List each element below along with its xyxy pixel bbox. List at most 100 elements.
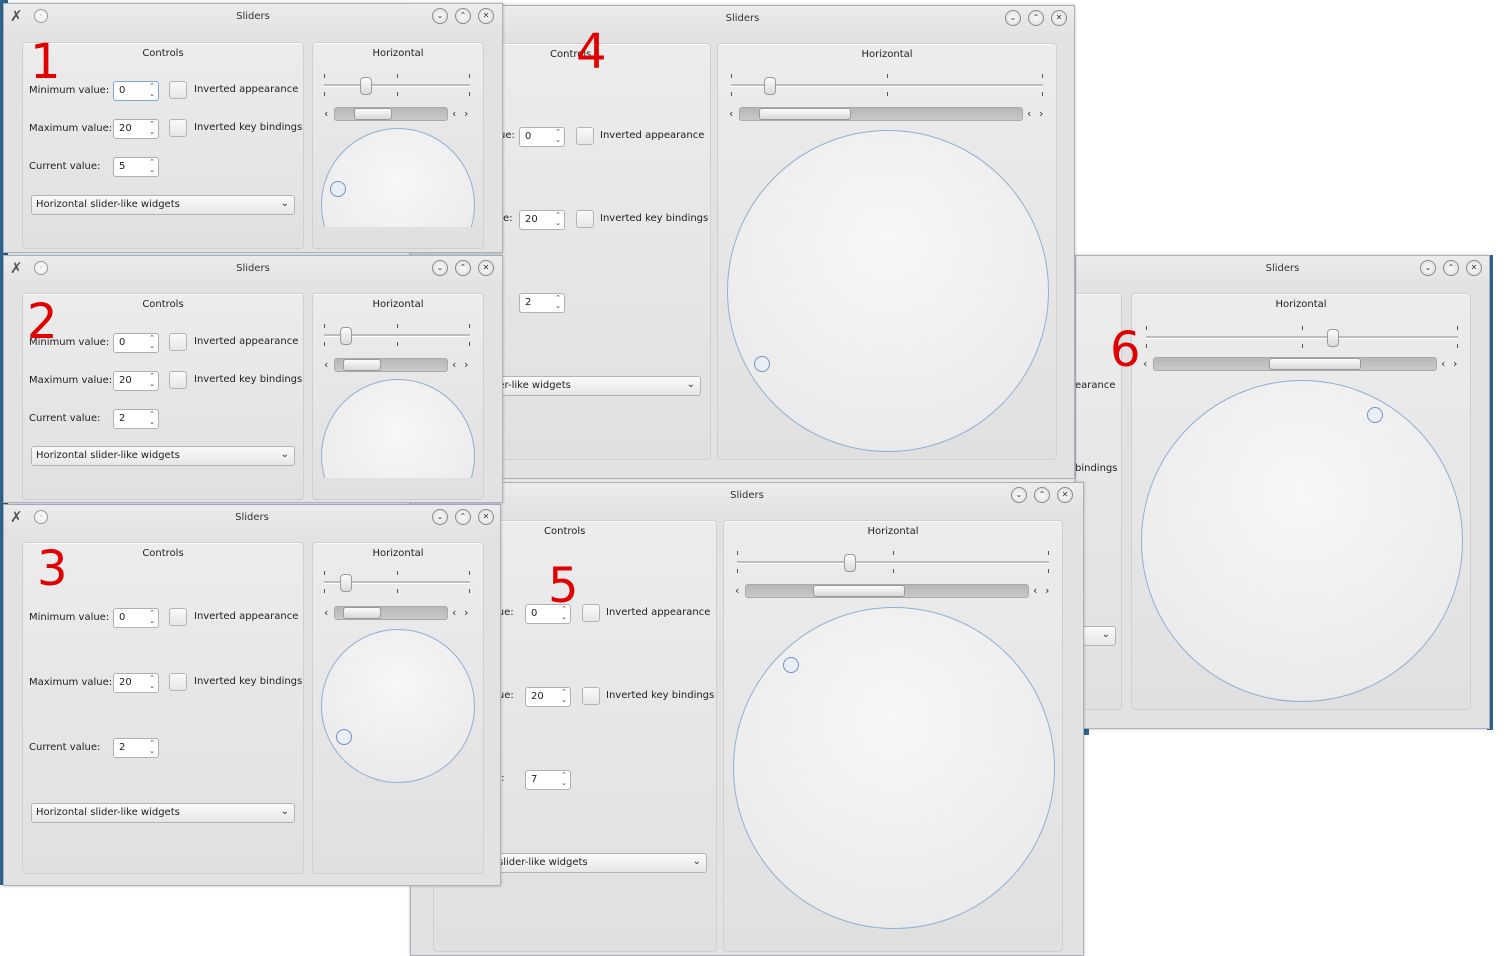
dial[interactable] xyxy=(1141,380,1463,702)
minimum-value-spinbox[interactable]: 0 ⌃ ⌄ xyxy=(113,333,159,353)
horizontal-scrollbar[interactable]: ‹ ‹ › xyxy=(322,605,474,621)
minimize-icon[interactable]: ⌄ xyxy=(432,260,448,276)
close-icon[interactable]: ✕ xyxy=(478,8,494,24)
current-value-spinbox[interactable]: 5 ⌃ ⌄ xyxy=(113,157,159,177)
current-value-spinbox[interactable]: 2 ⌃ ⌄ xyxy=(113,738,159,758)
spin-arrows-icon[interactable]: ⌃ ⌄ xyxy=(149,334,155,350)
horizontal-slider[interactable] xyxy=(731,74,1043,96)
scrollbar-track[interactable] xyxy=(334,107,448,121)
spin-arrows-icon[interactable]: ⌃ ⌄ xyxy=(149,410,155,426)
close-icon[interactable]: ✕ xyxy=(478,509,494,525)
scrollbar-thumb[interactable] xyxy=(1269,358,1361,370)
dial[interactable] xyxy=(733,607,1055,929)
spin-arrows-icon[interactable]: ⌃ ⌄ xyxy=(149,674,155,690)
spin-arrows-icon[interactable]: ⌃ ⌄ xyxy=(149,120,155,136)
slider-handle[interactable] xyxy=(764,77,776,95)
scrollbar-thumb[interactable] xyxy=(343,359,381,371)
scrollbar-track[interactable] xyxy=(739,107,1023,121)
inverted-key-bindings-checkbox[interactable] xyxy=(169,673,187,691)
widget-type-combo[interactable]: der-like widgets ⌄ xyxy=(471,376,701,396)
maximum-value-spinbox[interactable]: 20 ⌃ ⌄ xyxy=(519,210,565,230)
maximize-icon[interactable]: ⌃ xyxy=(1028,10,1044,26)
close-icon[interactable]: ✕ xyxy=(1057,487,1073,503)
dial-knob[interactable] xyxy=(782,656,799,673)
maximize-icon[interactable]: ⌃ xyxy=(455,260,471,276)
scroll-left-icon[interactable]: ‹ xyxy=(1033,583,1037,599)
inverted-key-bindings-checkbox[interactable] xyxy=(576,210,594,228)
inverted-appearance-checkbox[interactable] xyxy=(169,608,187,626)
horizontal-scrollbar[interactable]: ‹ ‹ › xyxy=(727,106,1049,122)
current-value-spinbox[interactable]: 7 ⌃ ⌄ xyxy=(525,770,571,790)
title-bar[interactable]: Sliders ⌄ ⌃ ✕ xyxy=(411,483,1083,509)
scrollbar-thumb[interactable] xyxy=(813,585,905,597)
minimum-value-spinbox[interactable]: 0 ⌃ ⌄ xyxy=(519,127,565,147)
slider-handle[interactable] xyxy=(340,574,352,592)
scrollbar-track[interactable] xyxy=(745,584,1029,598)
minimize-icon[interactable]: ⌄ xyxy=(1005,10,1021,26)
spin-arrows-icon[interactable]: ⌃ ⌄ xyxy=(561,688,567,704)
dial[interactable] xyxy=(321,379,475,478)
horizontal-scrollbar[interactable]: ‹ ‹ › xyxy=(322,106,474,122)
maximum-value-spinbox[interactable]: 20 ⌃ ⌄ xyxy=(113,673,159,693)
title-bar[interactable]: ✗ · Sliders ⌄ ⌃ ✕ xyxy=(4,4,502,30)
scroll-left-icon[interactable]: ‹ xyxy=(1143,356,1147,372)
minimize-icon[interactable]: ⌄ xyxy=(432,8,448,24)
inverted-appearance-checkbox[interactable] xyxy=(582,604,600,622)
maximum-value-spinbox[interactable]: 20 ⌃ ⌄ xyxy=(525,687,571,707)
widget-type-combo[interactable]: Horizontal slider-like widgets ⌄ xyxy=(31,446,295,466)
dial-knob[interactable] xyxy=(330,180,347,197)
scroll-right-icon[interactable]: › xyxy=(464,605,468,621)
scroll-left-icon[interactable]: ‹ xyxy=(452,106,456,122)
dial-knob[interactable] xyxy=(1367,406,1383,423)
scroll-left-icon[interactable]: ‹ xyxy=(735,583,739,599)
scrollbar-thumb[interactable] xyxy=(343,607,381,619)
horizontal-scrollbar[interactable]: ‹ ‹ › xyxy=(733,583,1055,599)
current-value-spinbox[interactable]: 2 ⌃ ⌄ xyxy=(113,409,159,429)
scroll-right-icon[interactable]: › xyxy=(1039,106,1043,122)
spin-arrows-icon[interactable]: ⌃ ⌄ xyxy=(561,771,567,787)
dial[interactable] xyxy=(321,629,475,783)
close-icon[interactable]: ✕ xyxy=(1466,260,1482,276)
spin-arrows-icon[interactable]: ⌃ ⌄ xyxy=(555,128,561,144)
spin-arrows-icon[interactable]: ⌃ ⌄ xyxy=(555,294,561,310)
maximize-icon[interactable]: ⌃ xyxy=(1034,487,1050,503)
horizontal-slider[interactable] xyxy=(324,571,470,593)
inverted-appearance-checkbox[interactable] xyxy=(169,81,187,99)
maximum-value-spinbox[interactable]: 20 ⌃ ⌄ xyxy=(113,119,159,139)
scroll-left-icon[interactable]: ‹ xyxy=(324,357,328,373)
slider-handle[interactable] xyxy=(1327,329,1339,347)
close-icon[interactable]: ✕ xyxy=(478,260,494,276)
scroll-right-icon[interactable]: › xyxy=(464,357,468,373)
minimize-icon[interactable]: ⌄ xyxy=(1011,487,1027,503)
spin-arrows-icon[interactable]: ⌃ ⌄ xyxy=(555,211,561,227)
horizontal-slider[interactable] xyxy=(1146,326,1458,348)
close-icon[interactable]: ✕ xyxy=(1051,10,1067,26)
inverted-key-bindings-checkbox[interactable] xyxy=(582,687,600,705)
spin-arrows-icon[interactable]: ⌃ ⌄ xyxy=(149,82,155,98)
scrollbar-track[interactable] xyxy=(334,606,448,620)
title-bar[interactable]: ✗ · Sliders ⌄ ⌃ ✕ xyxy=(4,505,500,531)
title-bar[interactable]: Sliders ⌄ ⌃ ✕ xyxy=(411,6,1074,32)
widget-type-combo[interactable]: Horizontal slider-like widgets ⌄ xyxy=(31,195,295,215)
scroll-right-icon[interactable]: › xyxy=(464,106,468,122)
spin-arrows-icon[interactable]: ⌃ ⌄ xyxy=(149,609,155,625)
title-bar[interactable]: Sliders ⌄ ⌃ ✕ xyxy=(1076,256,1489,282)
scroll-left-icon[interactable]: ‹ xyxy=(324,605,328,621)
scroll-right-icon[interactable]: › xyxy=(1045,583,1049,599)
inverted-appearance-checkbox[interactable] xyxy=(169,333,187,351)
widget-type-combo[interactable]: Horizontal slider-like widgets ⌄ xyxy=(31,803,295,823)
slider-handle[interactable] xyxy=(844,554,856,572)
slider-handle[interactable] xyxy=(360,77,372,95)
minimize-icon[interactable]: ⌄ xyxy=(1420,260,1436,276)
dial[interactable] xyxy=(727,130,1049,452)
horizontal-slider[interactable] xyxy=(324,74,470,96)
minimize-icon[interactable]: ⌄ xyxy=(432,509,448,525)
maximize-icon[interactable]: ⌃ xyxy=(1443,260,1459,276)
spin-arrows-icon[interactable]: ⌃ ⌄ xyxy=(149,372,155,388)
scrollbar-thumb[interactable] xyxy=(759,108,851,120)
scrollbar-thumb[interactable] xyxy=(354,108,392,120)
horizontal-scrollbar[interactable]: ‹ ‹ › xyxy=(1141,356,1463,372)
spin-arrows-icon[interactable]: ⌃ ⌄ xyxy=(149,158,155,174)
horizontal-scrollbar[interactable]: ‹ ‹ › xyxy=(322,357,474,373)
scroll-left-icon[interactable]: ‹ xyxy=(1027,106,1031,122)
